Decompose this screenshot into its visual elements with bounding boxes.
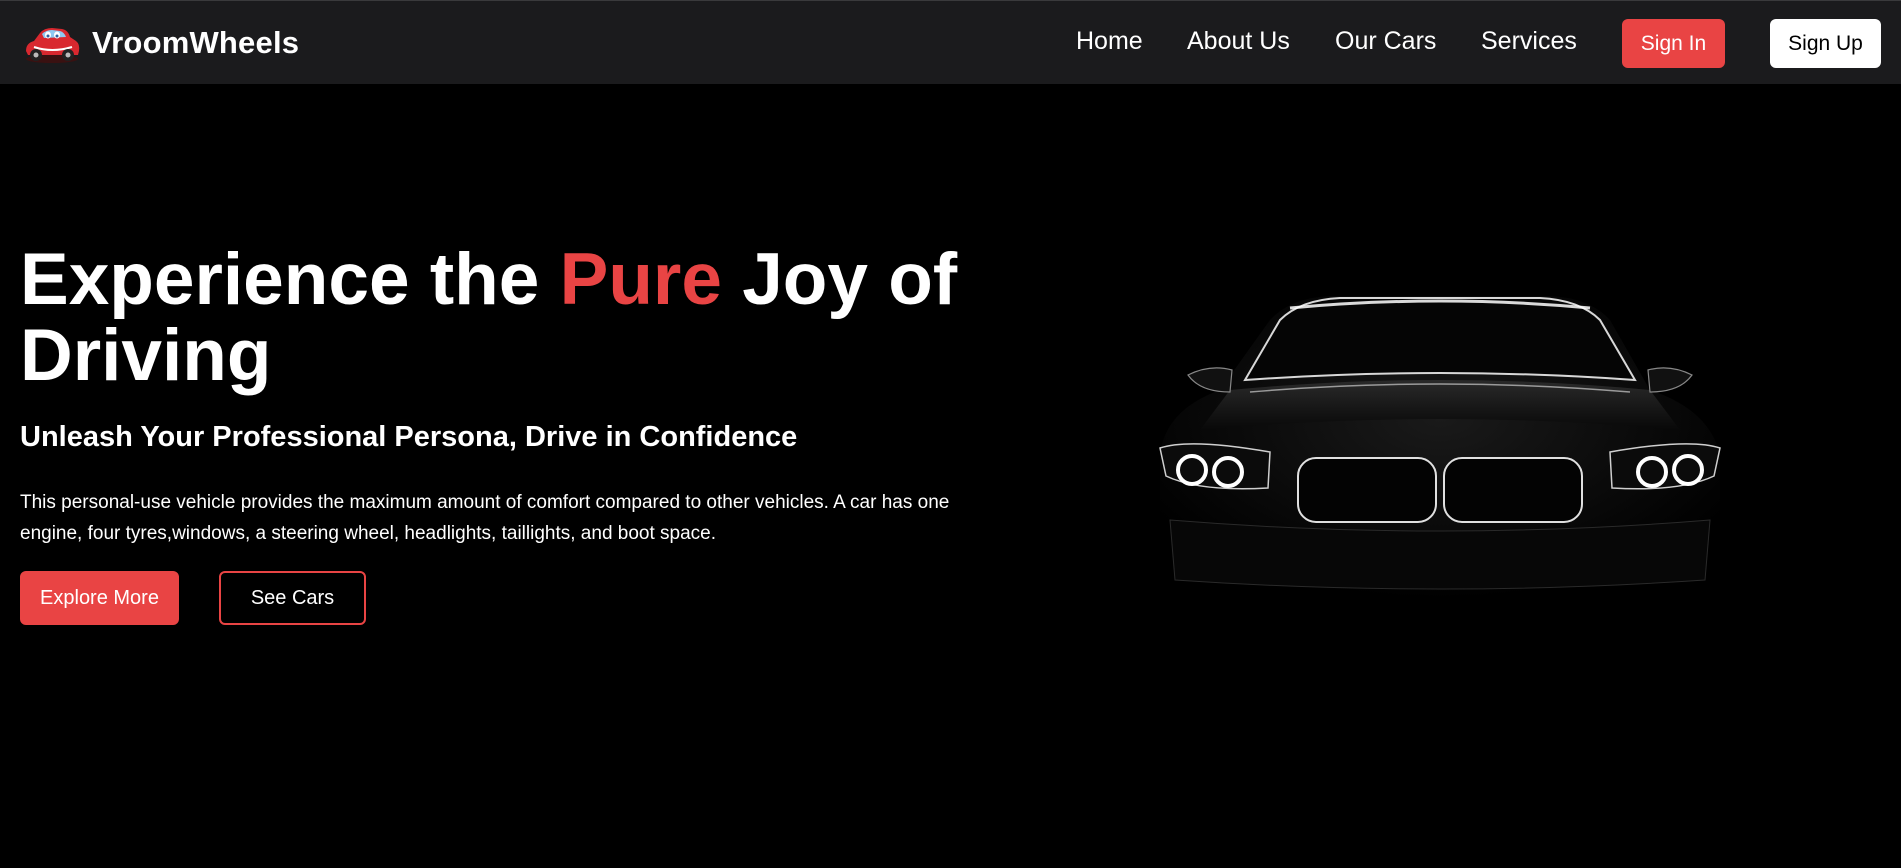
hero-description: This personal-use vehicle provides the m…	[20, 492, 950, 544]
hero-title-accent: Pure	[559, 239, 722, 320]
sign-up-button[interactable]: Sign Up	[1770, 19, 1881, 68]
red-cartoon-car-icon	[26, 28, 80, 63]
see-cars-button[interactable]: See Cars	[219, 571, 366, 625]
nav-link-home[interactable]: Home	[1076, 27, 1143, 56]
hero-title: Experience the Pure Joy of Driving	[20, 242, 980, 394]
brand-logo[interactable]: VroomWheels	[22, 19, 299, 67]
hero-title-part1: Experience the	[20, 239, 560, 320]
nav-link-our-cars[interactable]: Our Cars	[1335, 27, 1436, 56]
brand-name: VroomWheels	[92, 25, 300, 60]
sign-in-button[interactable]: Sign In	[1622, 19, 1725, 68]
explore-more-button[interactable]: Explore More	[20, 571, 179, 625]
hero-subtitle: Unleash Your Professional Persona, Drive…	[20, 421, 798, 453]
navbar: VroomWheels Home About Us Our Cars Servi…	[0, 0, 1901, 84]
car-image	[1159, 296, 1721, 600]
nav-link-about-us[interactable]: About Us	[1187, 27, 1290, 56]
nav-link-services[interactable]: Services	[1481, 27, 1577, 56]
